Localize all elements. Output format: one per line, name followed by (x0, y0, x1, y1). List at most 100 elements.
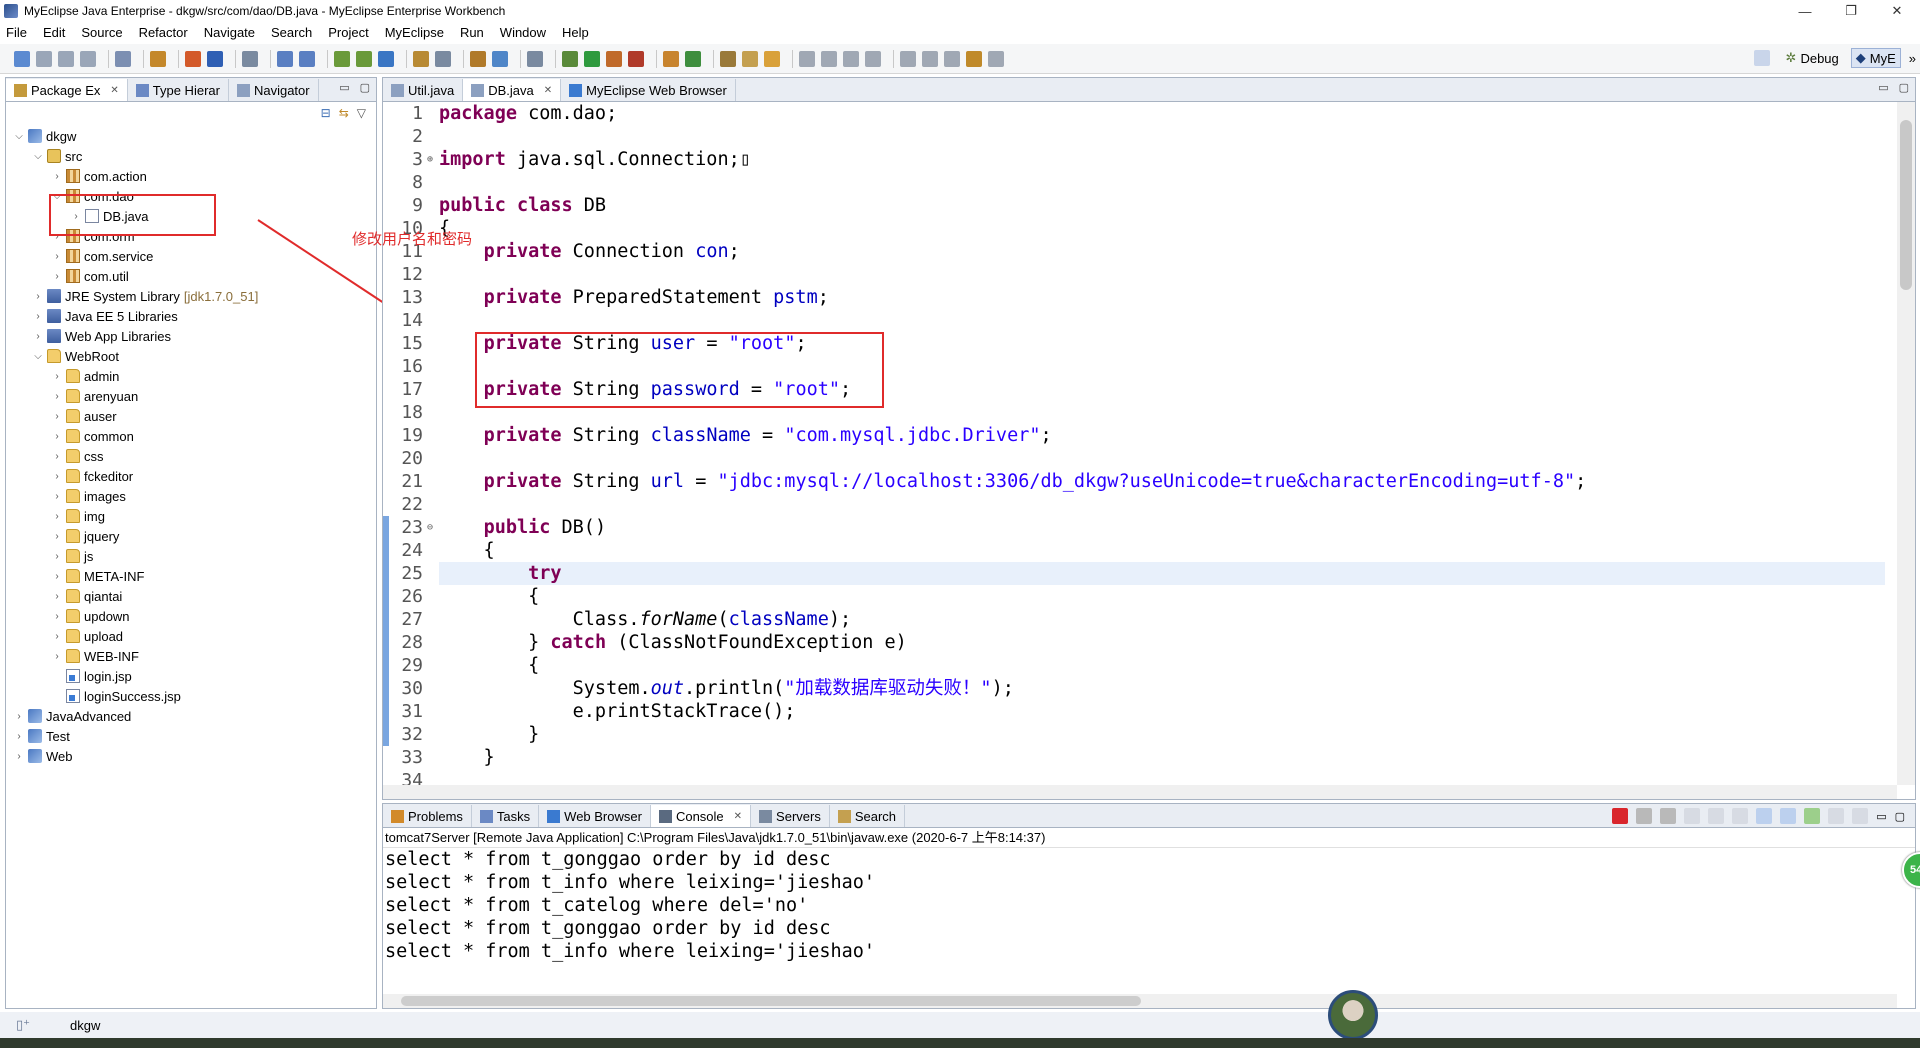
toolbar-tool-icon-18[interactable] (356, 50, 372, 67)
collapsed-chevron-icon[interactable]: › (50, 549, 64, 563)
left-tab-type-hierar[interactable]: Type Hierar (128, 79, 229, 101)
code-line[interactable]: 30 System.out.println("加载数据库驱动失败！"); (401, 677, 1885, 700)
collapsed-chevron-icon[interactable]: › (50, 269, 64, 283)
collapsed-chevron-icon[interactable]: › (50, 489, 64, 503)
code-text[interactable]: 1 package com.dao; 2 3 ⊕ import java.sql.Conn… (401, 102, 1885, 785)
close-tab-icon[interactable]: ✕ (734, 811, 742, 822)
collapsed-chevron-icon[interactable]: › (50, 409, 64, 423)
code-line[interactable]: 32 } (401, 723, 1885, 746)
tree-item-fckeditor[interactable]: › fckeditor (6, 466, 376, 486)
menu-file[interactable]: File (6, 25, 27, 40)
toolbar-tool-icon-15[interactable] (299, 50, 315, 67)
tree-item-admin[interactable]: › admin (6, 366, 376, 386)
tree-item-src[interactable]: ⌵ src (6, 146, 376, 166)
collapsed-chevron-icon[interactable]: › (50, 589, 64, 603)
tree-item-java-ee-5-libraries[interactable]: › Java EE 5 Libraries (6, 306, 376, 326)
console-output[interactable]: select * from t_gonggao order by id desc… (383, 848, 1915, 963)
toolbar-tool-icon-7[interactable] (150, 50, 166, 67)
collapsed-chevron-icon[interactable]: › (50, 569, 64, 583)
code-line[interactable]: 31 e.printStackTrace(); (401, 700, 1885, 723)
console-tab-web-browser[interactable]: Web Browser (539, 805, 651, 827)
menu-source[interactable]: Source (81, 25, 122, 40)
collapsed-chevron-icon[interactable]: › (50, 169, 64, 183)
editor-maximize-icon[interactable]: ▢ (1899, 81, 1909, 94)
console-tab-servers[interactable]: Servers (751, 805, 830, 827)
toolbar-tool-icon-19[interactable] (378, 50, 394, 67)
toolbar-tool-icon-22[interactable] (435, 50, 451, 67)
editor-tab-db-java[interactable]: DB.java ✕ (463, 79, 562, 101)
fold-toggle-icon[interactable]: ⊖ (427, 516, 433, 539)
maximize-button[interactable]: ❐ (1828, 0, 1874, 22)
tree-item-com-util[interactable]: › com.util (6, 266, 376, 286)
collapsed-chevron-icon[interactable]: › (12, 709, 26, 723)
minimize-view-icon[interactable]: ▭ (339, 81, 349, 94)
close-button[interactable]: ✕ (1874, 0, 1920, 22)
tree-item-web[interactable]: › Web (6, 746, 376, 766)
toolbar-tool-icon-35[interactable] (685, 50, 701, 67)
tree-item-com-service[interactable]: › com.service (6, 246, 376, 266)
tree-item-jquery[interactable]: › jquery (6, 526, 376, 546)
console-tab-problems[interactable]: Problems (383, 805, 472, 827)
toolbar-tool-icon-25[interactable] (492, 50, 508, 67)
code-line[interactable]: 33 } (401, 746, 1885, 769)
tree-item-login-jsp[interactable]: login.jsp (6, 666, 376, 686)
tree-item-webroot[interactable]: ⌵ WebRoot (6, 346, 376, 366)
tree-item-css[interactable]: › css (6, 446, 376, 466)
left-tab-navigator[interactable]: Navigator (229, 79, 319, 101)
toolbar-tool-icon-24[interactable] (470, 50, 486, 67)
code-line[interactable]: 10{ (401, 217, 1885, 240)
menu-refactor[interactable]: Refactor (139, 25, 188, 40)
tree-item-img[interactable]: › img (6, 506, 376, 526)
code-line[interactable]: 22 (401, 493, 1885, 516)
menu-window[interactable]: Window (500, 25, 546, 40)
code-line[interactable]: 28 } catch (ClassNotFoundException e) (401, 631, 1885, 654)
console-minimize-icon[interactable]: ▭ (1876, 810, 1886, 823)
code-line[interactable]: 34 (401, 769, 1885, 785)
toolbar-tool-icon-3[interactable] (80, 50, 96, 67)
code-line[interactable]: 8 (412, 171, 1885, 194)
tree-item-loginsuccess-jsp[interactable]: loginSuccess.jsp (6, 686, 376, 706)
code-line[interactable]: 19 private String className = "com.mysql… (401, 424, 1885, 447)
collapsed-chevron-icon[interactable]: › (50, 369, 64, 383)
code-line[interactable]: 1 package com.dao; (412, 102, 1885, 125)
collapsed-chevron-icon[interactable]: › (50, 469, 64, 483)
collapsed-chevron-icon[interactable]: › (50, 629, 64, 643)
collapsed-chevron-icon[interactable]: › (31, 329, 45, 343)
minimize-button[interactable]: — (1782, 0, 1828, 22)
toolbar-tool-icon-49[interactable] (966, 50, 982, 67)
editor-minimize-icon[interactable]: ▭ (1878, 81, 1888, 94)
clear-console-icon[interactable] (1684, 808, 1701, 824)
editor-scroll-thumb[interactable] (1900, 120, 1912, 290)
toolbar-tool-icon-12[interactable] (242, 50, 258, 67)
code-line[interactable]: 12 (401, 263, 1885, 286)
toolbar-tool-icon-32[interactable] (628, 50, 644, 67)
code-line[interactable]: 27 Class.forName(className); (401, 608, 1885, 631)
code-line[interactable]: 29 { (401, 654, 1885, 677)
collapsed-chevron-icon[interactable]: › (50, 429, 64, 443)
code-line[interactable]: 26 { (401, 585, 1885, 608)
code-line[interactable]: 24 { (401, 539, 1885, 562)
terminate-icon[interactable] (1612, 808, 1629, 824)
toolbar-tool-icon-14[interactable] (277, 50, 293, 67)
open-perspective-icon[interactable] (1750, 49, 1774, 67)
scroll-lock-icon[interactable] (1708, 808, 1725, 824)
toolbar-tool-icon-5[interactable] (115, 50, 131, 67)
editor-tab-myeclipse-web-browser[interactable]: MyEclipse Web Browser (561, 79, 736, 101)
collapsed-chevron-icon[interactable]: › (50, 649, 64, 663)
perspective-debug[interactable]: ✲ Debug (1782, 49, 1843, 67)
toolbar-tool-icon-2[interactable] (58, 50, 74, 67)
tree-item-common[interactable]: › common (6, 426, 376, 446)
toolbar-tool-icon-27[interactable] (527, 50, 543, 67)
left-tab-package-ex[interactable]: Package Ex ✕ (6, 79, 128, 101)
collapsed-chevron-icon[interactable]: › (50, 249, 64, 263)
toolbar-tool-icon-29[interactable] (562, 50, 578, 67)
display-selected-console-icon[interactable] (1828, 808, 1845, 824)
editor-body[interactable]: 1 package com.dao; 2 3 ⊕ import java.sql.Conn… (383, 102, 1915, 785)
code-line[interactable]: 2 (412, 125, 1885, 148)
remove-launch-icon[interactable] (1636, 808, 1653, 824)
code-line[interactable]: 21 private String url = "jdbc:mysql://lo… (401, 470, 1885, 493)
toolbar-tool-icon-47[interactable] (922, 50, 938, 67)
toolbar-tool-icon-31[interactable] (606, 50, 622, 67)
console-maximize-icon[interactable]: ▢ (1895, 810, 1905, 823)
tree-item-javaadvanced[interactable]: › JavaAdvanced (6, 706, 376, 726)
